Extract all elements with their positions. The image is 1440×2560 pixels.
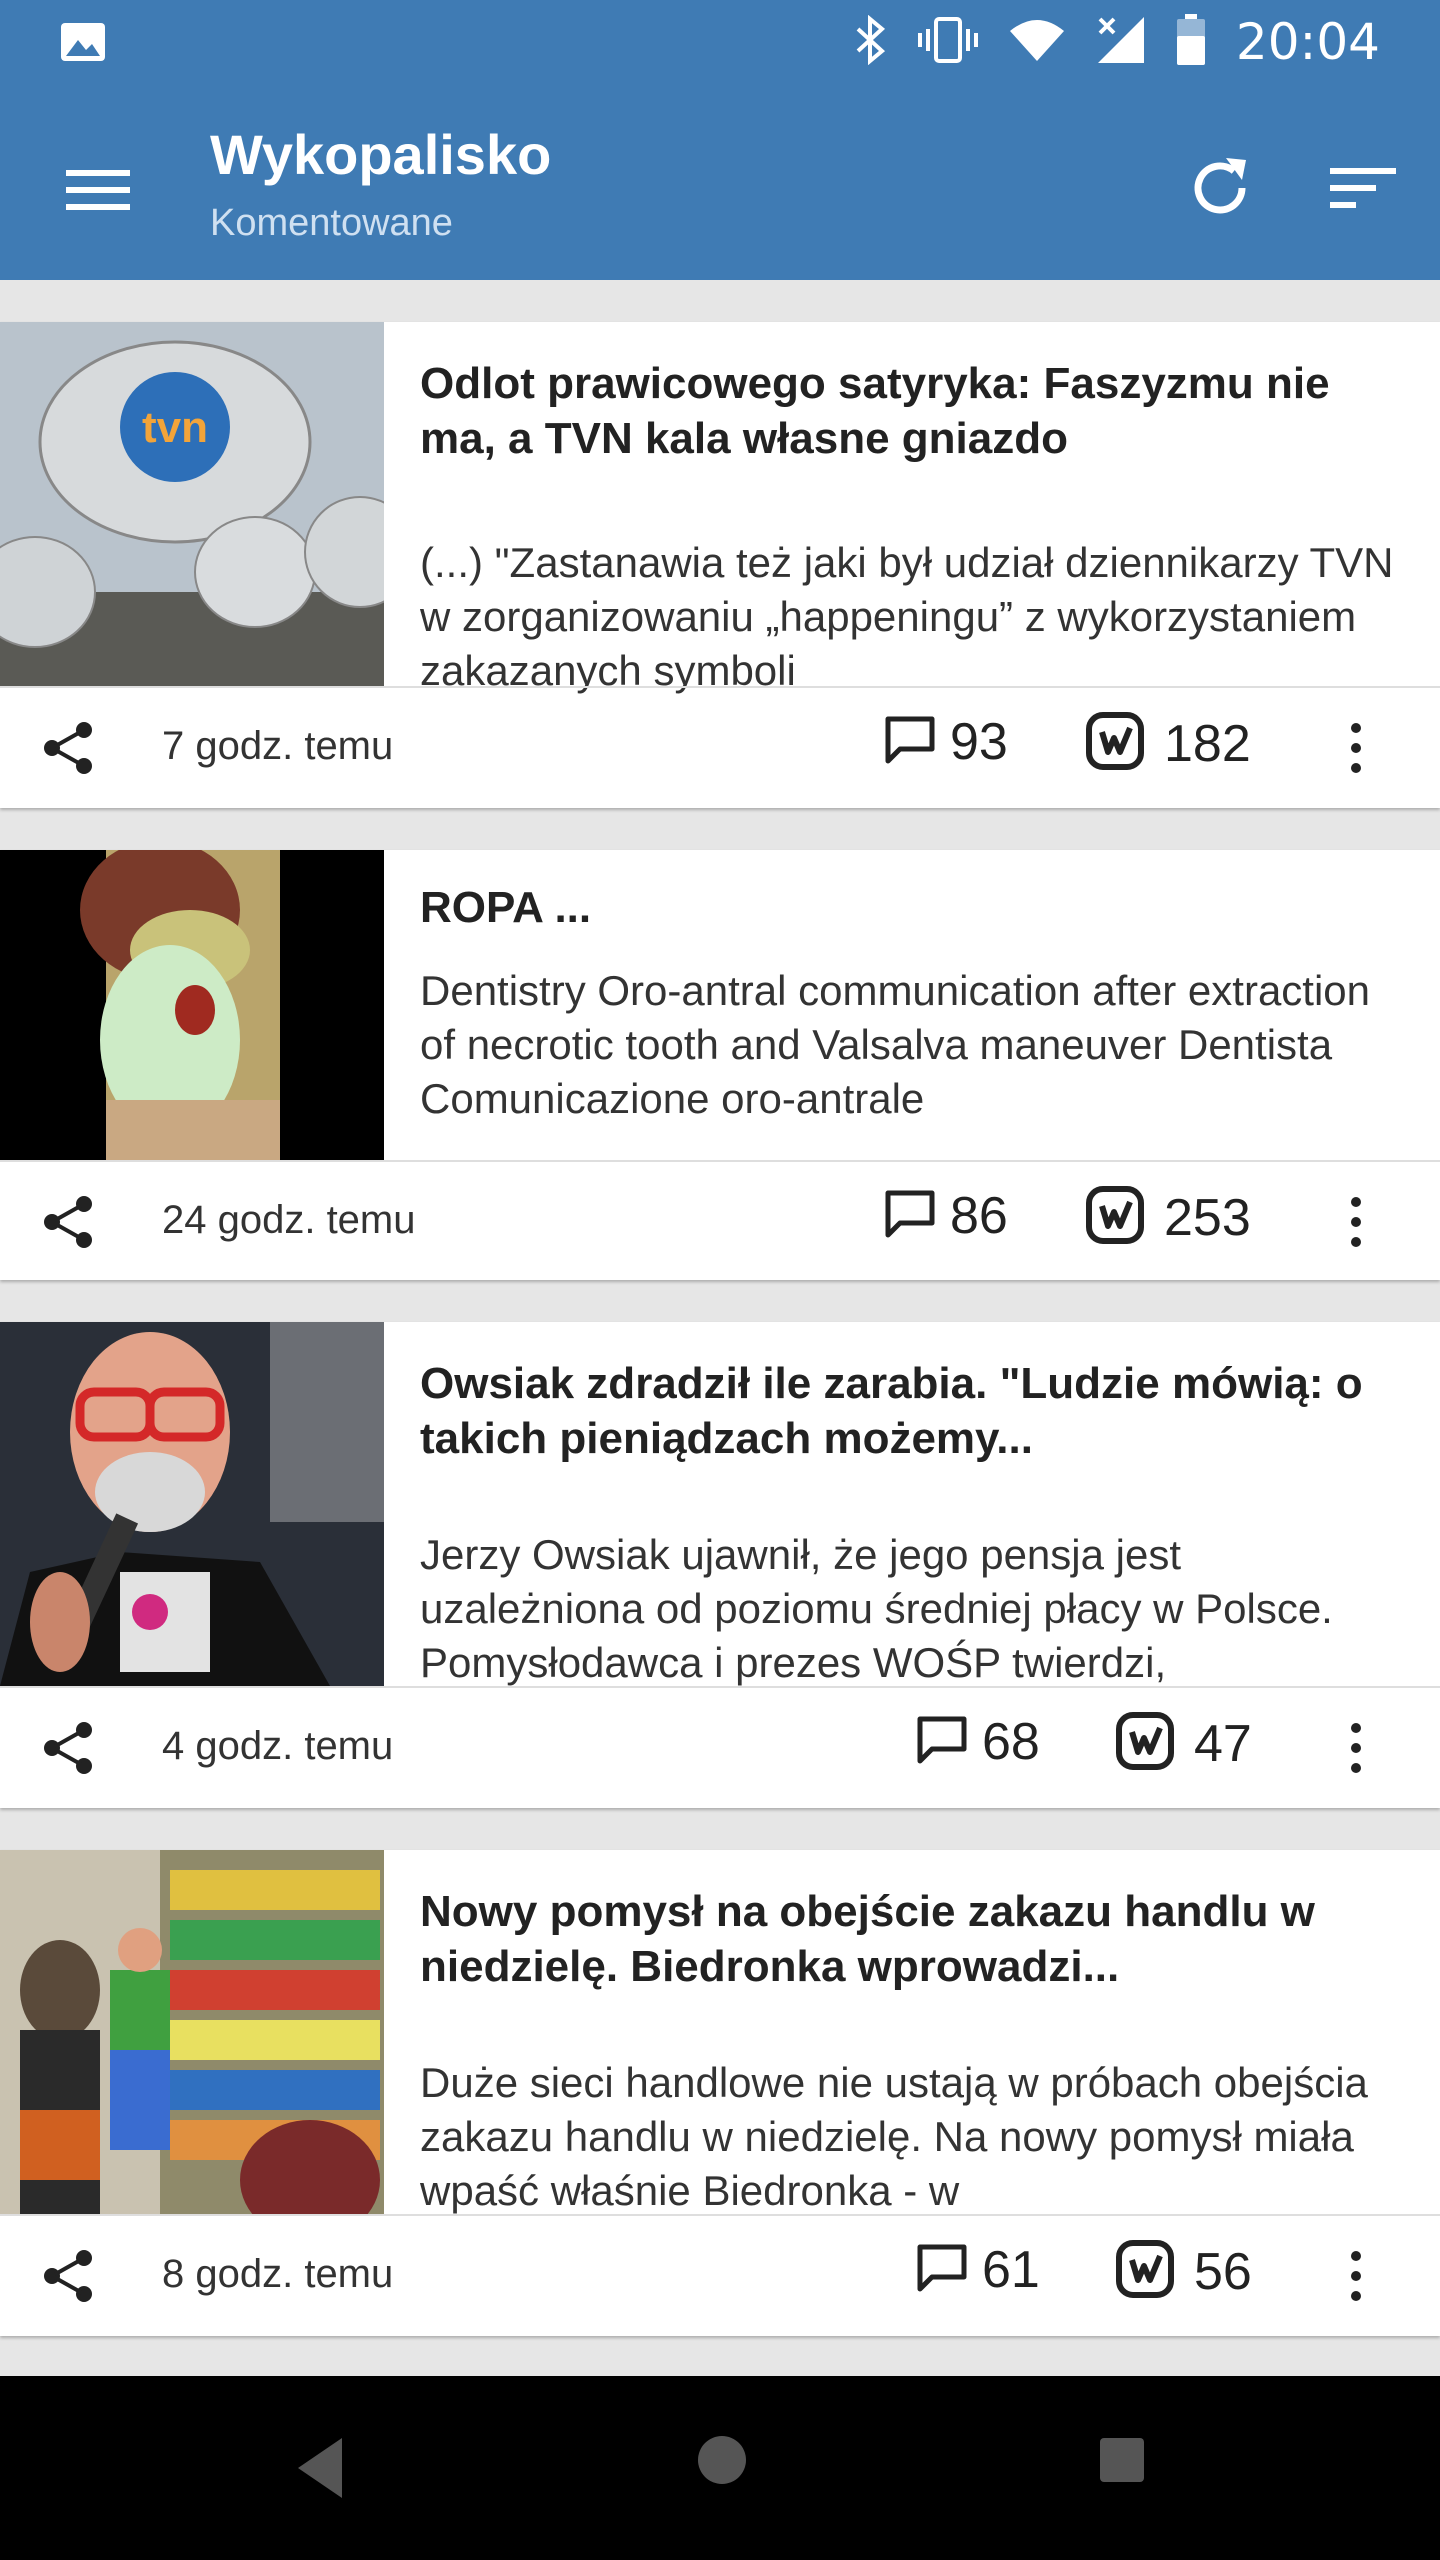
votes-count: 47 [1194,1714,1252,1773]
article-description: Jerzy Owsiak ujawnił, że jego pensja jes… [420,1531,1333,1686]
wykop-icon [1086,1186,1144,1249]
app-bar: Wykopalisko Komentowane [0,84,1440,280]
wifi-icon [1008,17,1066,68]
comments-button[interactable]: 93 [884,712,1008,772]
article-description: Duże sieci handlowe nie ustają w próbach… [420,2059,1368,2214]
share-icon[interactable] [40,2248,100,2304]
votes-count: 56 [1194,2242,1252,2301]
more-options-icon[interactable] [1336,1716,1376,1780]
card-footer: 7 godz. temu 93 182 [0,688,1440,808]
card-footer: 24 godz. temu 86 253 [0,1162,1440,1282]
comment-icon [916,1715,968,1770]
wykop-icon [1116,2240,1174,2303]
home-icon[interactable] [692,2430,752,2495]
share-icon[interactable] [40,720,100,776]
share-icon[interactable] [40,1720,100,1776]
vote-button[interactable]: 56 [1116,2240,1252,2303]
comments-button[interactable]: 86 [884,1186,1008,1246]
article-title[interactable]: Odlot prawicowego satyryka: Faszyzmu nie… [420,356,1410,466]
vote-button[interactable]: 182 [1086,712,1251,775]
votes-count: 253 [1164,1188,1251,1247]
list-item[interactable]: Owsiak zdradził ile zarabia. "Ludzie mów… [0,1322,1440,1808]
status-bar: 20:04 [0,0,1440,84]
list-item[interactable]: Nowy pomysł na obejście zakazu handlu w … [0,1850,1440,2336]
comment-icon [916,2243,968,2298]
article-thumbnail[interactable] [0,1322,384,1686]
more-options-icon[interactable] [1336,1190,1376,1254]
comments-count: 68 [982,1713,1040,1771]
article-thumbnail[interactable] [0,850,384,1160]
post-time: 24 godz. temu [162,1198,416,1242]
comments-count: 61 [982,2241,1040,2299]
wykop-icon [1086,712,1144,775]
card-footer: 4 godz. temu 68 47 [0,1688,1440,1808]
vote-button[interactable]: 253 [1086,1186,1251,1249]
comment-icon [884,1189,936,1244]
vote-button[interactable]: 47 [1116,1712,1252,1775]
share-icon[interactable] [40,1194,100,1250]
status-time: 20:04 [1235,13,1380,71]
article-title[interactable]: Nowy pomysł na obejście zakazu handlu w … [420,1884,1410,1994]
navigation-bar [0,2376,1440,2560]
menu-icon[interactable] [58,150,138,230]
page-title: Wykopalisko [210,123,552,186]
article-title[interactable]: ROPA ... [420,880,1410,935]
battery-icon [1176,13,1206,71]
refresh-icon[interactable] [1180,148,1260,228]
bluetooth-icon [854,14,888,70]
thumb-logo-text: tvn [142,403,208,452]
post-time: 4 godz. temu [162,1724,394,1768]
vibrate-icon [917,15,978,70]
article-thumbnail[interactable] [0,1850,384,2214]
filter-icon[interactable] [1322,148,1402,228]
comments-button[interactable]: 61 [916,2240,1040,2300]
post-time: 7 godz. temu [162,724,394,768]
more-options-icon[interactable] [1336,2244,1376,2308]
comments-count: 86 [950,1187,1008,1245]
list-item[interactable]: ROPA ... Dentistry Oro-antral communicat… [0,850,1440,1280]
article-description: Dentistry Oro-antral communication after… [420,967,1371,1122]
comments-button[interactable]: 68 [916,1712,1040,1772]
page-subtitle: Komentowane [210,202,453,244]
comments-count: 93 [950,713,1008,771]
post-time: 8 godz. temu [162,2252,394,2296]
comment-icon [884,715,936,770]
article-description: (...) "Zastanawia też jaki był udział dz… [420,539,1394,694]
article-thumbnail[interactable]: tvn [0,322,384,686]
recent-apps-icon[interactable] [1094,2432,1150,2493]
votes-count: 182 [1164,714,1251,773]
list-item[interactable]: tvn Odlot prawicowego satyryka: Faszyzmu… [0,322,1440,808]
card-footer: 8 godz. temu 61 56 [0,2216,1440,2336]
signal-icon [1096,15,1146,70]
article-title[interactable]: Owsiak zdradził ile zarabia. "Ludzie mów… [420,1356,1410,1466]
back-icon[interactable] [290,2434,350,2507]
image-icon [60,22,106,67]
wykop-icon [1116,1712,1174,1775]
more-options-icon[interactable] [1336,716,1376,780]
